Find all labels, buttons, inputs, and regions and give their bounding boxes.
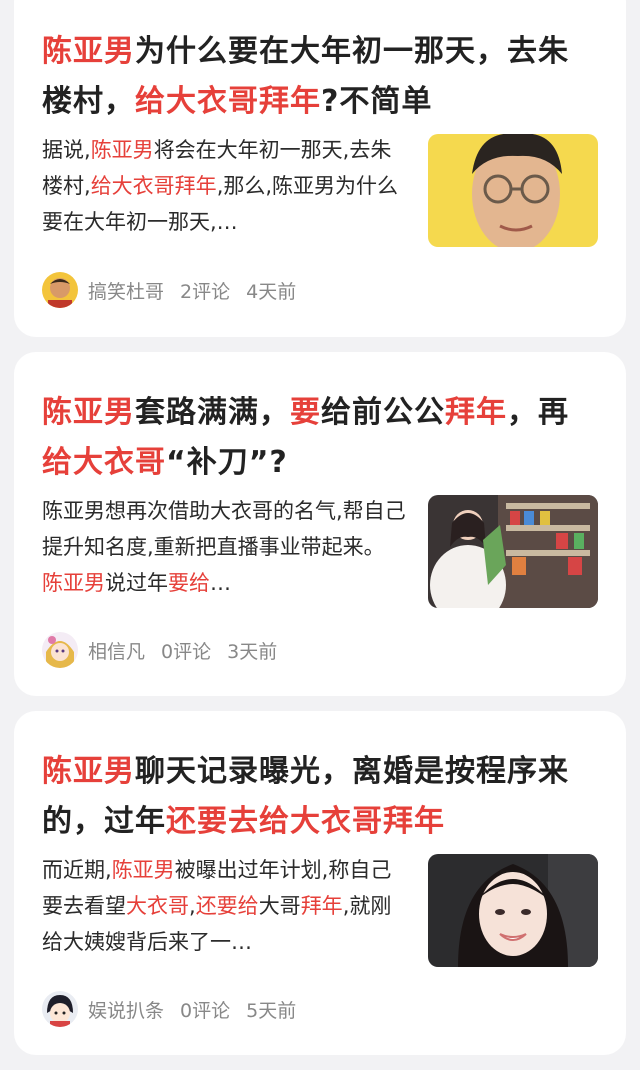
summary-run: 陈亚男 xyxy=(111,858,175,882)
woman-smiling-photo-icon[interactable] xyxy=(428,854,598,967)
article-summary: 而近期,陈亚男被曝出过年计划,称自己要去看望大衣哥,还要给大哥拜年,就刚给大姨嫂… xyxy=(42,852,408,960)
article-title[interactable]: 陈亚男套路满满，要给前公公拜年，再给大衣哥“补刀”? xyxy=(42,388,598,488)
woman-store-photo-icon[interactable] xyxy=(428,495,598,608)
article-meta: 相信凡 0评论 3天前 xyxy=(42,630,598,670)
article-body: 而近期,陈亚男被曝出过年计划,称自己要去看望大衣哥,还要给大哥拜年,就刚给大姨嫂… xyxy=(42,852,598,970)
summary-run: 陈亚男 xyxy=(42,571,105,595)
title-run: 给前公公 xyxy=(321,395,445,430)
title-run: “补刀”? xyxy=(166,445,288,480)
comment-count: 0评论 xyxy=(180,999,231,1022)
post-time: 4天前 xyxy=(246,280,297,303)
article-meta: 搞笑杜哥 2评论 4天前 xyxy=(42,270,598,310)
title-run: 拜年 xyxy=(445,395,507,430)
title-run: 给大衣哥拜年 xyxy=(135,84,321,119)
article-card[interactable]: 陈亚男聊天记录曝光，离婚是按程序来的，过年还要去给大衣哥拜年 而近期,陈亚男被曝… xyxy=(14,711,626,1055)
title-run: 要 xyxy=(290,395,321,430)
article-title[interactable]: 陈亚男聊天记录曝光，离婚是按程序来的，过年还要去给大衣哥拜年 xyxy=(42,747,598,847)
comment-count: 0评论 xyxy=(161,640,212,663)
title-run: ?不简单 xyxy=(321,84,433,119)
author-name[interactable]: 相信凡 xyxy=(88,637,145,664)
summary-run: 大哥 xyxy=(258,894,301,918)
article-card[interactable]: 陈亚男套路满满，要给前公公拜年，再给大衣哥“补刀”? 陈亚男想再次借助大衣哥的名… xyxy=(14,352,626,696)
article-body: 陈亚男想再次借助大衣哥的名气,帮自己提升知名度,重新把直播事业带起来。 陈亚男说… xyxy=(42,493,598,611)
article-title[interactable]: 陈亚男为什么要在大年初一那天，去朱楼村，给大衣哥拜年?不简单 xyxy=(42,27,598,127)
article-summary: 陈亚男想再次借助大衣哥的名气,帮自己提升知名度,重新把直播事业带起来。 陈亚男说… xyxy=(42,493,408,601)
news-feed: 陈亚男为什么要在大年初一那天，去朱楼村，给大衣哥拜年?不简单 据说,陈亚男将会在… xyxy=(0,0,640,1070)
summary-run: 给大衣哥拜年 xyxy=(90,174,217,198)
comment-count: 2评论 xyxy=(180,280,231,303)
author-name[interactable]: 搞笑杜哥 xyxy=(88,277,164,304)
man-glasses-photo-icon[interactable] xyxy=(428,134,598,247)
summary-run: 而近期, xyxy=(42,858,112,882)
summary-run: 大衣哥 xyxy=(126,894,189,918)
author-name[interactable]: 娱说扒条 xyxy=(88,996,164,1023)
summary-run: , xyxy=(189,894,196,918)
title-run: ，再 xyxy=(507,395,569,430)
title-run: 陈亚男 xyxy=(42,754,135,789)
title-run: 还要去给大衣哥拜年 xyxy=(166,804,445,839)
article-summary: 据说,陈亚男将会在大年初一那天,去朱楼村,给大衣哥拜年,那么,陈亚男为什么要在大… xyxy=(42,132,408,240)
summary-run: 说过年 xyxy=(105,571,168,595)
summary-run: 陈亚男想再次借助大衣哥的名气,帮自己提升知名度,重新把直播事业带起来。 xyxy=(42,499,406,559)
title-run: 给大衣哥 xyxy=(42,445,166,480)
summary-run: 拜年 xyxy=(300,894,343,918)
cartoon-girl-avatar-icon[interactable] xyxy=(42,632,78,668)
post-time: 5天前 xyxy=(246,999,297,1022)
summary-run: 要给 xyxy=(168,571,210,595)
cartoon-kid-avatar-icon[interactable] xyxy=(42,991,78,1027)
article-meta: 娱说扒条 0评论 5天前 xyxy=(42,989,598,1029)
title-run: 陈亚男 xyxy=(42,34,135,69)
man-avatar-icon[interactable] xyxy=(42,272,78,308)
title-run: 陈亚男 xyxy=(42,395,135,430)
post-time: 3天前 xyxy=(227,640,278,663)
title-run: 套路满满， xyxy=(135,395,290,430)
article-body: 据说,陈亚男将会在大年初一那天,去朱楼村,给大衣哥拜年,那么,陈亚男为什么要在大… xyxy=(42,132,598,250)
article-card[interactable]: 陈亚男为什么要在大年初一那天，去朱楼村，给大衣哥拜年?不简单 据说,陈亚男将会在… xyxy=(14,0,626,337)
summary-run: 还要给 xyxy=(195,894,259,918)
summary-run: … xyxy=(210,571,231,595)
summary-run: 陈亚男 xyxy=(90,138,154,162)
summary-run: 据说, xyxy=(42,138,91,162)
